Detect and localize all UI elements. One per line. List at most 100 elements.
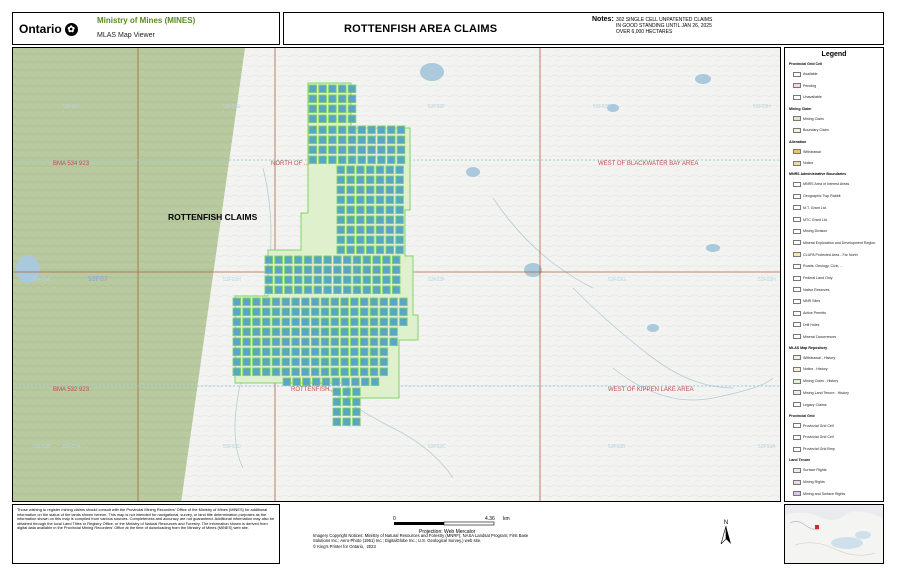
claim-cell-193 xyxy=(369,297,379,307)
claim-cell-280 xyxy=(359,347,369,357)
claim-cell-282 xyxy=(379,347,389,357)
claim-cell-240 xyxy=(301,327,310,337)
legend-swatch xyxy=(793,355,801,361)
area-label-rottenfish: ROTTENFISH ... xyxy=(291,387,336,393)
claim-cell-304 xyxy=(281,367,291,377)
grid-label-4: 53F03H xyxy=(753,104,771,110)
legend-label: Roads, Geology, Civic, ... xyxy=(803,264,844,269)
claim-cell-197 xyxy=(232,307,242,317)
map-panel[interactable]: ROTTENFISH CLAIMS NORTH OF ... WEST OF BLA… xyxy=(12,47,781,502)
claim-cell-17 xyxy=(328,114,337,124)
grid-label-17: 53F02B xyxy=(33,444,51,450)
claim-cell-30 xyxy=(308,135,318,145)
legend-item-36: Surface Rights xyxy=(793,467,827,473)
legend-label: Withdrawal xyxy=(803,149,821,154)
claim-cell-190 xyxy=(340,297,349,307)
legend-swatch xyxy=(793,479,801,485)
claim-cell-275 xyxy=(310,347,320,357)
claim-cell-177 xyxy=(382,285,391,295)
legend-swatch xyxy=(793,334,801,339)
claim-cell-301 xyxy=(252,367,261,377)
claim-cell-68 xyxy=(346,175,355,185)
claim-cell-163 xyxy=(382,275,391,285)
claim-cell-253 xyxy=(261,337,271,347)
claim-cell-141 xyxy=(303,265,313,275)
claim-cell-271 xyxy=(271,347,281,357)
legend-label: CLUPA Protected Area - Far North xyxy=(803,252,858,257)
claim-cell-143 xyxy=(323,265,332,275)
claim-cell-316 xyxy=(292,377,301,387)
claim-cell-246 xyxy=(359,327,369,337)
legend-section-7: Alienation xyxy=(789,140,806,144)
claim-cell-194 xyxy=(379,297,389,307)
legend-item-32: Provincial Grid Cell xyxy=(793,423,834,429)
legend-swatch xyxy=(793,94,801,100)
claim-cell-295 xyxy=(350,357,359,367)
legend-swatch xyxy=(793,378,801,384)
claim-cell-28 xyxy=(386,125,396,135)
claim-cell-81 xyxy=(336,195,346,205)
claim-cell-65 xyxy=(385,165,395,175)
claim-cell-268 xyxy=(242,347,251,357)
claim-cell-104 xyxy=(356,225,365,235)
map-canvas[interactable]: ROTTENFISH CLAIMS NORTH OF ... WEST OF BLA… xyxy=(13,48,781,502)
scale-value: 4.36 xyxy=(485,516,495,522)
claim-cell-251 xyxy=(242,337,251,347)
claim-cell-231 xyxy=(389,317,398,327)
claim-cell-221 xyxy=(291,317,300,327)
claim-cell-48 xyxy=(386,145,396,155)
claim-cell-233 xyxy=(232,327,242,337)
bma-label-1: BMA 532 923 xyxy=(53,387,90,393)
claim-cell-257 xyxy=(301,337,310,347)
claim-cell-320 xyxy=(331,377,341,387)
claim-cell-18 xyxy=(337,114,347,124)
claim-cell-165 xyxy=(264,285,274,295)
claim-cell-213 xyxy=(389,307,398,317)
claim-cell-125 xyxy=(284,255,293,265)
legend-swatch xyxy=(793,446,801,452)
claim-cell-12 xyxy=(328,104,337,114)
claim-cell-116 xyxy=(336,245,346,255)
claim-cell-9 xyxy=(347,94,357,104)
claim-cell-205 xyxy=(310,307,320,317)
header-branding: Ontario ✿ Ministry of Mines (MINES) MLAS… xyxy=(12,12,280,45)
claim-cell-235 xyxy=(252,327,261,337)
claim-cell-286 xyxy=(261,357,271,367)
legend-label: Legacy Claims xyxy=(803,402,827,407)
claim-cell-326 xyxy=(342,387,351,397)
claim-cell-307 xyxy=(310,367,320,377)
claim-cell-156 xyxy=(313,275,323,285)
claim-cell-57 xyxy=(377,155,386,165)
claim-cell-302 xyxy=(261,367,271,377)
claim-cell-59 xyxy=(396,155,406,165)
claim-cell-5 xyxy=(308,94,318,104)
claim-cell-180 xyxy=(242,297,251,307)
claim-cell-99 xyxy=(375,215,385,225)
claim-cell-256 xyxy=(291,337,300,347)
legend-label: Land Tenure xyxy=(789,458,811,463)
lake-7 xyxy=(706,244,720,252)
claim-cell-0 xyxy=(308,84,318,94)
legend-label: Provincial Grid Cell xyxy=(803,435,834,440)
claim-cell-178 xyxy=(391,285,401,295)
claim-cell-74 xyxy=(336,185,346,195)
claim-cell-49 xyxy=(396,145,406,155)
claim-cell-155 xyxy=(303,275,313,285)
legend-item-11: MNRS Area of Interest Areas xyxy=(793,181,849,187)
claim-cell-184 xyxy=(281,297,291,307)
claim-cell-152 xyxy=(274,275,283,285)
claim-cell-234 xyxy=(242,327,251,337)
claim-cell-145 xyxy=(342,265,352,275)
claim-cell-259 xyxy=(320,337,330,347)
claim-cell-204 xyxy=(301,307,310,317)
grid-label-11: 53F07A xyxy=(63,444,81,450)
claim-cell-245 xyxy=(350,327,359,337)
legend-label: Available xyxy=(803,72,818,76)
legend-item-28: Mining Claim - History xyxy=(793,378,838,384)
legend-section-4: Mining Claim xyxy=(789,107,811,111)
claim-cell-16 xyxy=(318,114,327,124)
claim-cell-144 xyxy=(333,265,342,275)
claim-cell-238 xyxy=(281,327,291,337)
claim-cell-181 xyxy=(252,297,261,307)
claim-cell-219 xyxy=(271,317,281,327)
